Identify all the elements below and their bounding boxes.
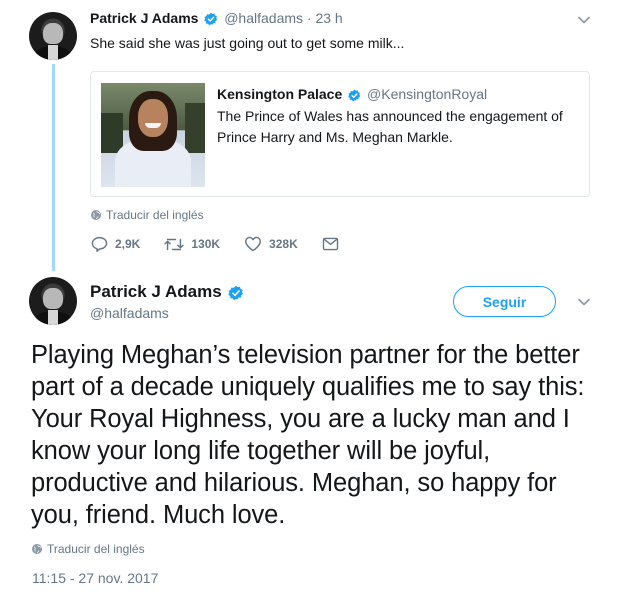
quoted-tweet-text-line1: The Prince of Wales has announced the en… — [217, 108, 563, 124]
like-button[interactable]: 328K — [244, 236, 298, 252]
main-translate-link[interactable]: Traducir del inglés — [31, 542, 145, 556]
retweet-count: 130K — [191, 237, 221, 251]
envelope-icon — [322, 237, 338, 251]
parent-author-avatar[interactable] — [29, 12, 77, 60]
heart-icon — [245, 236, 262, 252]
retweet-button[interactable]: 130K — [164, 237, 220, 252]
main-author-handle[interactable]: @halfadams — [90, 305, 169, 321]
quoted-tweet-card[interactable]: Kensington Palace @KensingtonRoyal The P… — [90, 71, 590, 197]
quoted-author-name: Kensington Palace — [217, 86, 343, 102]
direct-message-button[interactable] — [322, 237, 339, 251]
globe-icon — [91, 210, 101, 220]
main-translate-label: Traducir del inglés — [47, 542, 145, 556]
parent-tweet-text: She said she was just going out to get s… — [90, 35, 405, 51]
parent-tweet-time[interactable]: · 23 h — [307, 10, 343, 26]
main-author-name[interactable]: Patrick J Adams — [90, 282, 222, 301]
parent-author-name[interactable]: Patrick J Adams — [90, 10, 198, 26]
reply-icon — [91, 236, 108, 252]
parent-translate-link[interactable]: Traducir del inglés — [90, 208, 204, 222]
quoted-author-handle: @KensingtonRoyal — [367, 86, 488, 102]
main-tweet-timestamp[interactable]: 11:15 - 27 nov. 2017 — [32, 570, 158, 586]
globe-icon — [32, 544, 42, 554]
quoted-tweet-text-line2: Prince Harry and Ms. Meghan Markle. — [217, 129, 453, 145]
quoted-tweet-photo[interactable] — [101, 83, 205, 187]
reply-button[interactable]: 2,9K — [91, 236, 140, 252]
main-author-name-row: Patrick J Adams — [90, 282, 244, 302]
like-count: 328K — [269, 237, 298, 251]
thread-connector-line — [52, 64, 55, 271]
follow-button[interactable]: Seguir — [453, 286, 556, 317]
parent-tweet-menu-chevron-icon[interactable] — [578, 16, 590, 24]
quoted-tweet-header: Kensington Palace @KensingtonRoyal — [217, 86, 487, 102]
main-author-avatar[interactable] — [29, 277, 77, 325]
main-tweet-menu-chevron-icon[interactable] — [578, 298, 590, 306]
verified-badge-icon — [228, 285, 244, 300]
verified-badge-icon — [348, 89, 361, 102]
reply-count: 2,9K — [115, 237, 141, 251]
parent-tweet-header: Patrick J Adams @halfadams · 23 h — [90, 10, 343, 26]
main-tweet-text: Playing Meghan’s television partner for … — [31, 341, 585, 529]
parent-author-handle[interactable]: @halfadams — [224, 10, 303, 26]
parent-translate-label: Traducir del inglés — [106, 208, 204, 222]
parent-tweet-actions: 2,9K 130K 328K — [91, 236, 363, 252]
retweet-icon — [164, 238, 185, 250]
verified-badge-icon — [204, 12, 218, 26]
